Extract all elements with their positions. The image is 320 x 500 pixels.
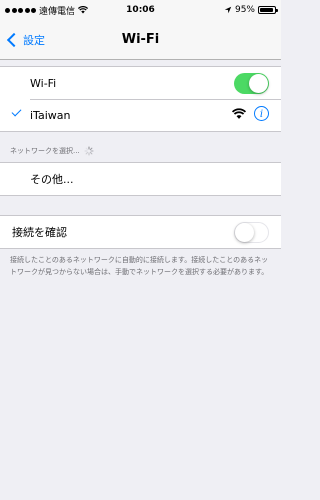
- network-name: iTaiwan: [30, 108, 71, 122]
- loading-spinner-icon: [84, 146, 94, 156]
- ask-to-join-toggle[interactable]: [234, 221, 269, 243]
- status-time: 10:06: [126, 5, 155, 15]
- wifi-group: Wi-Fi iTaiwan i: [0, 66, 281, 132]
- ask-to-join-label: 接続を確認: [12, 226, 67, 239]
- ask-to-join-group: 接続を確認: [0, 215, 281, 249]
- wifi-label: Wi-Fi: [30, 76, 57, 90]
- status-bar: 遠傳電信 10:06 95%: [0, 0, 281, 20]
- wifi-signal-icon: [232, 108, 246, 119]
- other-network-group: その他...: [0, 162, 281, 196]
- battery-icon: [258, 6, 278, 14]
- wifi-toggle-row: Wi-Fi: [0, 67, 281, 99]
- info-button[interactable]: i: [254, 106, 269, 121]
- navigation-bar: 設定 Wi-Fi: [0, 20, 281, 60]
- battery-fill: [260, 8, 274, 12]
- choose-network-label: ネットワークを選択...: [10, 147, 80, 155]
- page-title: Wi-Fi: [121, 32, 160, 47]
- connected-network-row[interactable]: iTaiwan i: [0, 99, 281, 131]
- ask-to-join-footer: 接続したことのあるネットワークに自動的に接続します。接続したことのあるネットワー…: [10, 256, 269, 276]
- ask-to-join-row: 接続を確認: [0, 216, 281, 248]
- toggle-knob: [249, 73, 268, 93]
- choose-network-header: ネットワークを選択...: [10, 146, 94, 156]
- toggle-knob: [235, 222, 254, 242]
- other-network-row[interactable]: その他...: [0, 163, 281, 195]
- other-network-label: その他...: [30, 173, 74, 186]
- checkmark-icon: [11, 106, 22, 117]
- wifi-toggle[interactable]: [234, 72, 269, 94]
